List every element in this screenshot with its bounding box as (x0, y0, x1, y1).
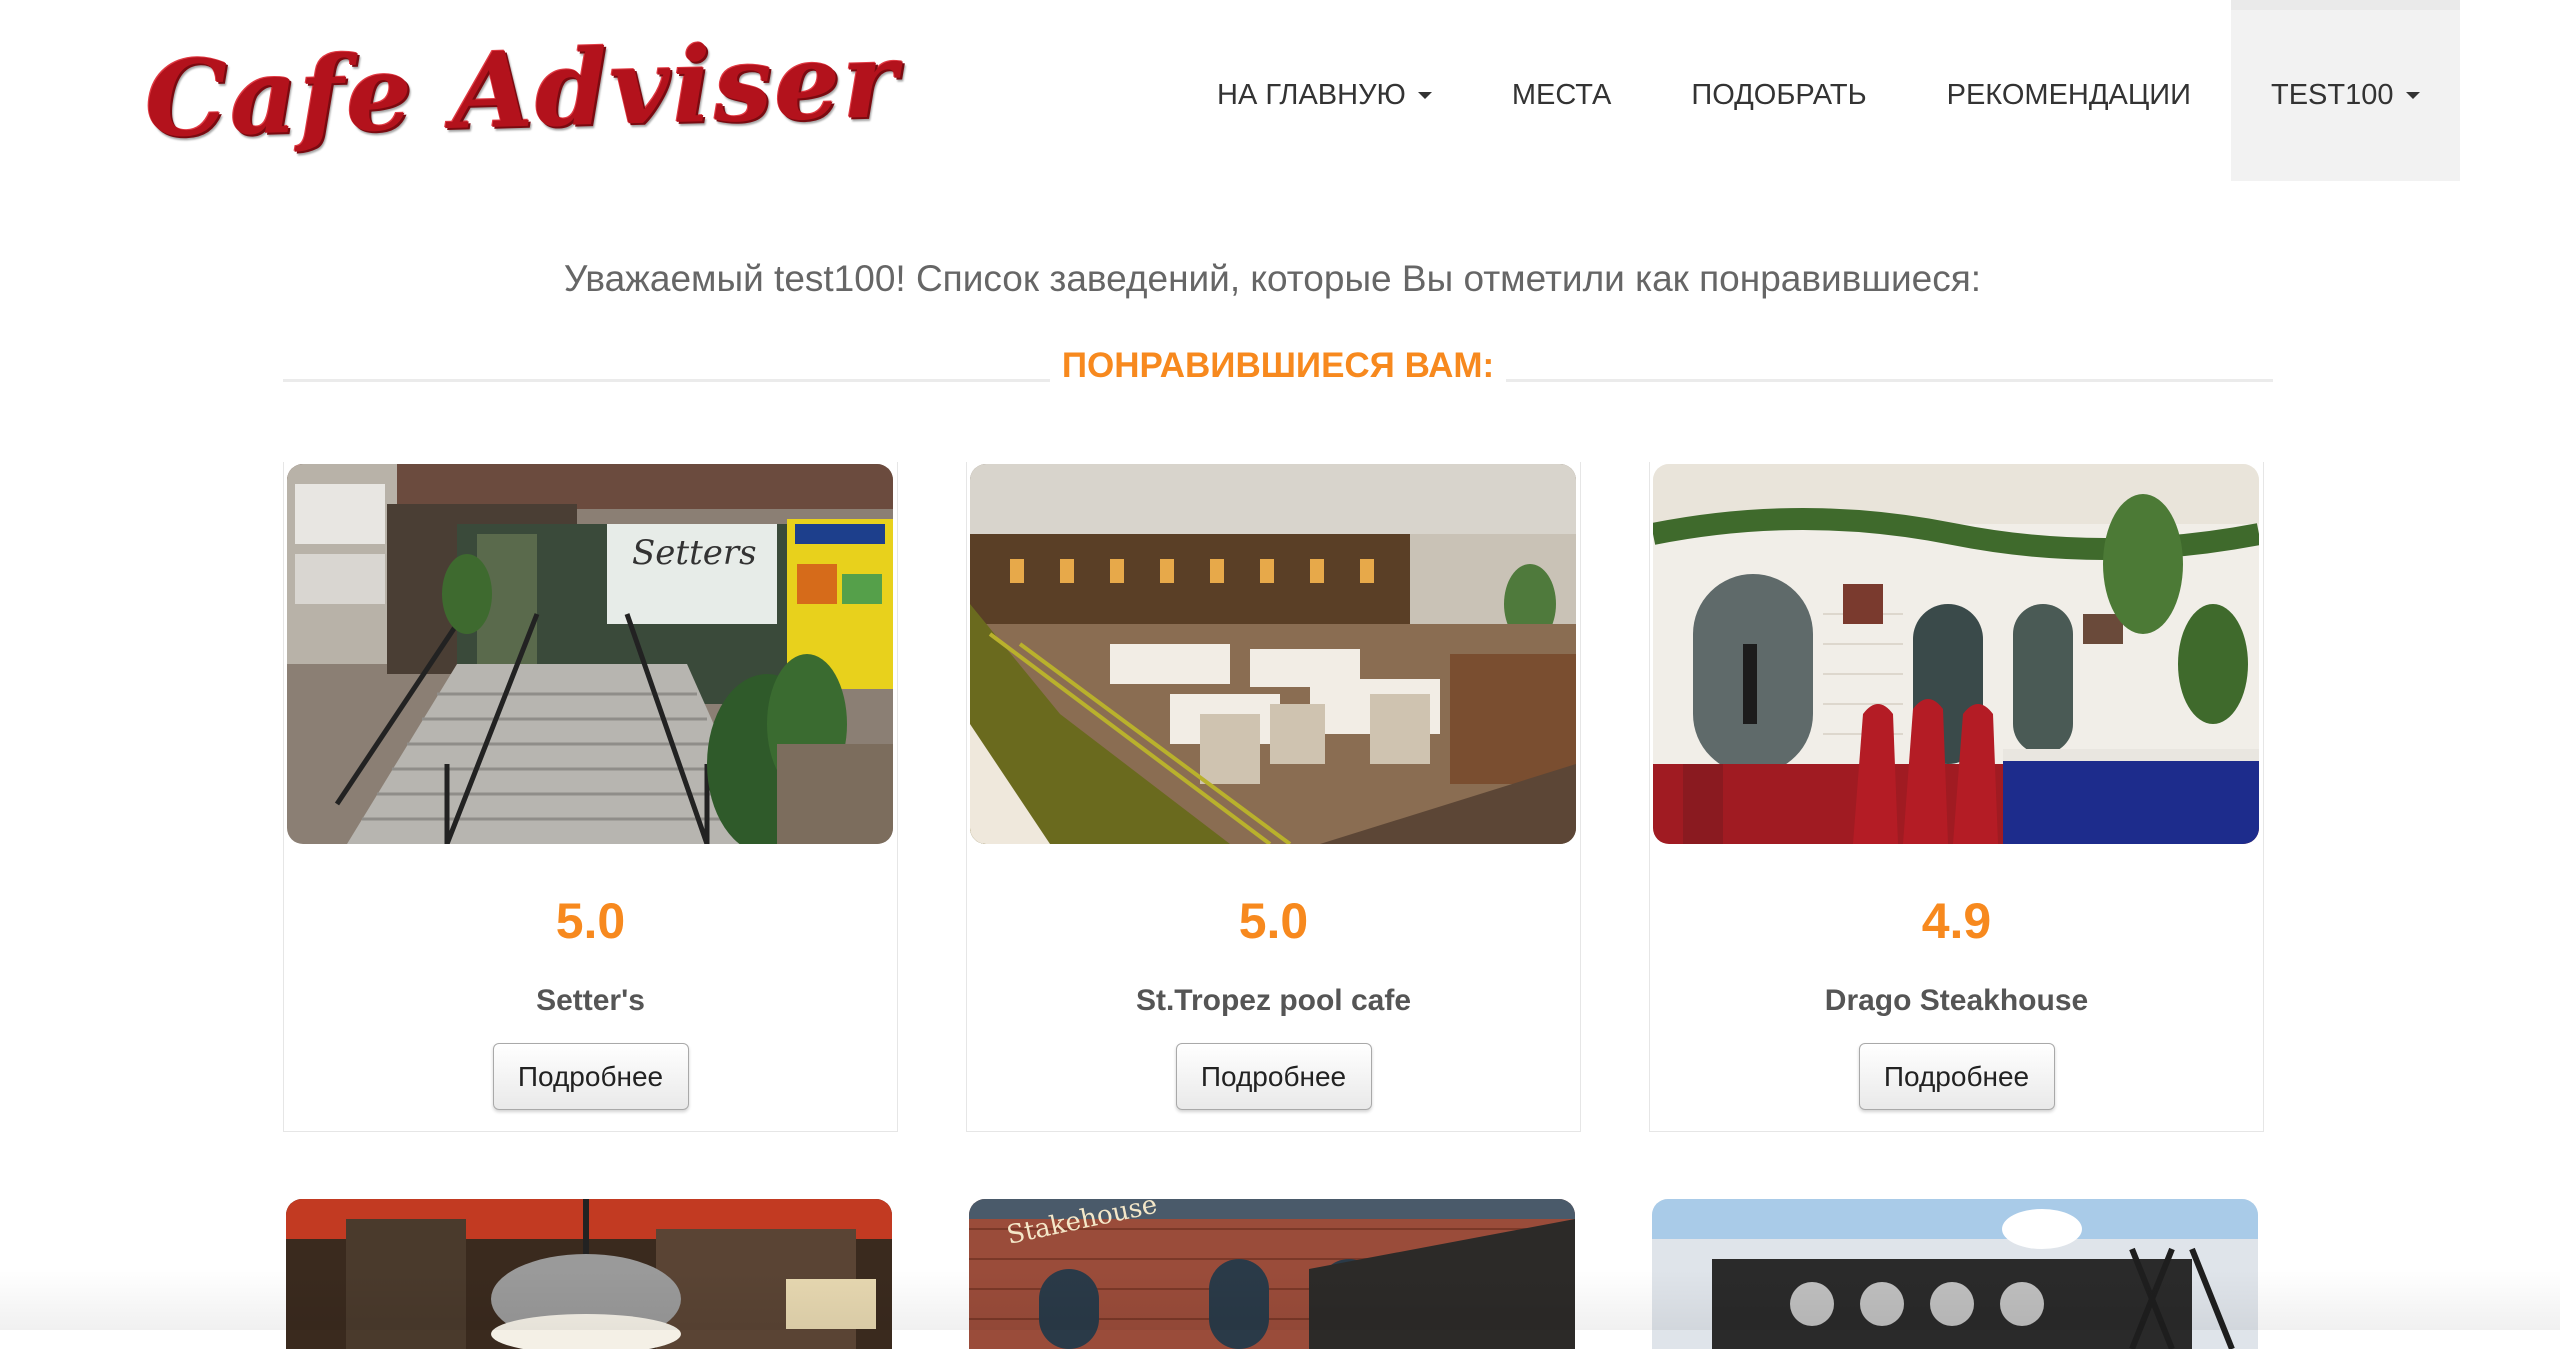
place-card: 4.9 Drago Steakhouse Подробнее (1649, 462, 2264, 1132)
places-grid: Setters 5.0 Setter's Подробнее 5.0 St.Tr… (283, 462, 2264, 1132)
place-name: St.Tropez pool cafe (1135, 984, 1412, 1017)
svg-text:Setters: Setters (632, 533, 757, 573)
intro-text: Уважаемый test100! Список заведений, кот… (563, 258, 1982, 299)
nav-recommendations-label: РЕКОМЕНДАЦИИ (1946, 79, 2191, 111)
main-nav: НА ГЛАВНУЮ МЕСТА ПОДОБРАТЬ РЕКОМЕНДАЦИИ … (1177, 0, 2460, 181)
section-title: ПОНРАВИВШИЕСЯ ВАМ: (1061, 346, 1495, 385)
details-button[interactable]: Подробнее (1175, 1043, 1372, 1110)
place-card: 5.0 St.Tropez pool cafe Подробнее (966, 462, 1581, 1132)
details-button[interactable]: Подробнее (1858, 1043, 2055, 1110)
page-bottom-shadow (0, 1270, 2560, 1330)
place-card: Setters 5.0 Setter's Подробнее (283, 462, 898, 1132)
divider (1506, 378, 2274, 382)
place-name: Drago Steakhouse (1824, 984, 2089, 1017)
chevron-down-icon (1417, 92, 1432, 99)
chevron-down-icon (2405, 92, 2420, 99)
place-rating: 5.0 (1238, 893, 1309, 949)
nav-user-label: TEST100 (2271, 79, 2394, 111)
place-name: Setter's (536, 984, 645, 1017)
nav-item-places[interactable]: МЕСТА (1472, 0, 1652, 181)
details-button[interactable]: Подробнее (492, 1043, 689, 1110)
nav-item-user-menu[interactable]: TEST100 (2231, 0, 2460, 181)
nav-places-label: МЕСТА (1511, 79, 1612, 111)
nav-pick-label: ПОДОБРАТЬ (1691, 79, 1867, 111)
place-rating: 4.9 (1921, 893, 1992, 949)
place-photo[interactable] (970, 464, 1576, 844)
place-photo[interactable] (1653, 464, 2259, 844)
nav-item-pick[interactable]: ПОДОБРАТЬ (1651, 0, 1906, 181)
nav-item-home[interactable]: НА ГЛАВНУЮ (1177, 0, 1472, 181)
nav-item-recommendations[interactable]: РЕКОМЕНДАЦИИ (1907, 0, 2231, 181)
site-logo[interactable]: Cafe Adviser (144, 18, 901, 161)
section-heading: ПОНРАВИВШИЕСЯ ВАМ: (283, 336, 2274, 396)
nav-home-label: НА ГЛАВНУЮ (1217, 79, 1406, 111)
divider (283, 378, 1050, 382)
place-photo[interactable]: Setters (287, 464, 893, 844)
place-rating: 5.0 (555, 893, 626, 949)
